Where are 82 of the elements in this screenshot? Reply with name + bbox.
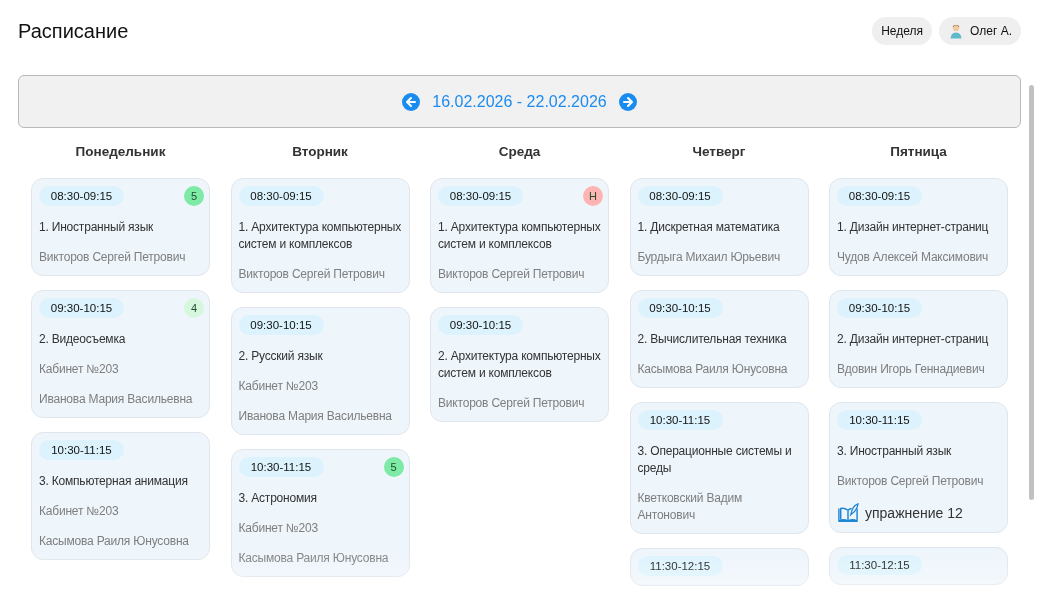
lesson-time: 08:30-09:15 xyxy=(637,185,723,206)
lesson-time: 08:30-09:15 xyxy=(39,185,124,206)
lesson-title: 2. Видеосъемка xyxy=(39,331,127,348)
room-label: Кабинет №203 xyxy=(238,378,319,395)
user-menu-button[interactable]: Олег А. xyxy=(939,17,1021,45)
teacher-name: Бурдыга Михаил Юрьевич xyxy=(637,249,782,266)
grade-badge: 5 xyxy=(184,185,204,206)
teacher-name: Касымова Раиля Юнусовна xyxy=(238,550,390,567)
teacher-name: Иванова Мария Васильевна xyxy=(39,391,194,408)
scrollbar-thumb[interactable] xyxy=(1029,85,1034,500)
lesson-card[interactable]: 09:30-10:15 2. Русский язык Кабинет №203 Иванова Мария Васильевна xyxy=(230,307,410,435)
teacher-name: Викторов Сергей Петрович xyxy=(438,266,586,283)
teacher-name: Викторов Сергей Петрович xyxy=(837,473,985,490)
teacher-name: Иванова Мария Васильевна xyxy=(238,408,393,425)
teacher-name: Касымова Раиля Юнусовна xyxy=(39,533,190,550)
lesson-title: 2. Архитектура компьютерных систем и комплексов xyxy=(438,348,602,382)
lesson-title: 3. Астрономия xyxy=(238,490,318,507)
grade-badge: 4 xyxy=(184,297,204,318)
teacher-name: Викторов Сергей Петрович xyxy=(438,395,586,412)
lesson-time: 09:30-10:15 xyxy=(438,314,523,335)
lesson-card[interactable]: 09:30-10:15 2. Вычислительная техника Касымова Раиля Юнусовна xyxy=(629,290,809,388)
lesson-card[interactable]: 11:30-12:15 xyxy=(629,548,809,586)
room-label: Кабинет №203 xyxy=(238,520,319,537)
lesson-time: 10:30-11:15 xyxy=(637,409,723,430)
book-quill-icon xyxy=(837,503,859,523)
lesson-title: 2. Дизайн интернет-страниц xyxy=(837,331,990,348)
lesson-time: 10:30-11:15 xyxy=(39,439,124,460)
lesson-card[interactable]: 09:30-10:15 2. Дизайн интернет-страниц Вдовин Игорь Геннадиевич xyxy=(829,290,1008,388)
grade-badge: 5 xyxy=(383,456,404,477)
teacher-name: Касымова Раиля Юнусовна xyxy=(637,361,789,378)
lesson-time: 09:30-10:15 xyxy=(637,297,723,318)
week-range: 16.02.2026 - 22.02.2026 xyxy=(432,92,607,111)
lesson-time: 08:30-09:15 xyxy=(238,185,324,206)
teacher-name: Чудов Алексей Максимович xyxy=(837,249,990,266)
day-heading: Вторник xyxy=(291,144,349,161)
lesson-card[interactable]: 10:30-11:15 3. Иностранный язык Викторов Сергей Петрович упражнение 12 xyxy=(829,402,1008,533)
lesson-title: 1. Иностранный язык xyxy=(39,219,155,236)
lesson-title: 3. Операционные системы и среды xyxy=(637,443,793,477)
lesson-title: 1. Архитектура компьютерных систем и комплексов xyxy=(238,219,403,253)
day-heading: Понедельник xyxy=(74,144,167,161)
homework-text[interactable]: упражнение 12 xyxy=(865,505,963,521)
next-week-icon[interactable] xyxy=(618,92,637,111)
lesson-card[interactable]: 08:30-09:15 1. Дискретная математика Бурдыга Михаил Юрьевич xyxy=(629,178,809,276)
teacher-name: Викторов Сергей Петрович xyxy=(39,249,187,266)
lesson-card[interactable]: 08:30-09:15 1. Архитектура компьютерных систем и комплексов Викторов Сергей Петрович xyxy=(230,178,410,293)
previous-week-icon[interactable] xyxy=(402,92,421,111)
lesson-card[interactable]: 09:30-10:15 2. Архитектура компьютерных систем и комплексов Викторов Сергей Петрович xyxy=(430,307,609,422)
week-view-button[interactable]: Неделя xyxy=(872,17,933,45)
lesson-title: 2. Вычислительная техника xyxy=(637,331,788,348)
page-title: Расписание xyxy=(18,19,129,43)
lesson-time: 09:30-10:15 xyxy=(39,297,124,318)
lesson-title: 3. Иностранный язык xyxy=(837,443,953,460)
lesson-card[interactable]: 09:30-10:15 4 2. Видеосъемка Кабинет №203 Иванова Мария Васильевна xyxy=(31,290,210,418)
lesson-card[interactable]: 08:30-09:15 1. Дизайн интернет-страниц Чудов Алексей Максимович xyxy=(829,178,1008,276)
teacher-name: Викторов Сергей Петрович xyxy=(238,266,386,283)
day-heading: Среда xyxy=(497,144,542,161)
day-heading: Пятница xyxy=(889,144,948,161)
lesson-card[interactable]: 10:30-11:15 3. Компьютерная анимация Кабинет №203 Касымова Раиля Юнусовна xyxy=(31,432,210,560)
lesson-title: 1. Дискретная математика xyxy=(637,219,781,236)
lesson-time: 11:30-12:15 xyxy=(637,555,723,576)
lesson-time: 11:30-12:15 xyxy=(837,554,922,575)
lesson-card[interactable]: 11:30-12:15 xyxy=(829,547,1008,585)
lesson-card[interactable]: 08:30-09:15 5 1. Иностранный язык Викторов Сергей Петрович xyxy=(31,178,210,276)
lesson-card[interactable]: 08:30-09:15 Н 1. Архитектура компьютерных систем и комплексов Викторов Сергей Петрович xyxy=(430,178,609,293)
lesson-time: 09:30-10:15 xyxy=(238,314,324,335)
day-heading: Четверг xyxy=(691,144,747,161)
teacher-name: Кветковский Вадим Антонович xyxy=(637,490,744,524)
lesson-time: 08:30-09:15 xyxy=(438,185,523,206)
lesson-title: 2. Русский язык xyxy=(238,348,324,365)
teacher-name: Вдовин Игорь Геннадиевич xyxy=(837,361,986,378)
lesson-card[interactable]: 10:30-11:15 3. Операционные системы и среды Кветковский Вадим Антонович xyxy=(629,402,809,534)
room-label: Кабинет №203 xyxy=(39,361,120,378)
grade-badge: Н xyxy=(583,185,603,206)
lesson-time: 10:30-11:15 xyxy=(837,409,922,430)
lesson-card[interactable]: 10:30-11:15 5 3. Астрономия Кабинет №203 Касымова Раиля Юнусовна xyxy=(230,449,410,577)
lesson-time: 10:30-11:15 xyxy=(238,456,324,477)
room-label: Кабинет №203 xyxy=(39,503,120,520)
lesson-title: 1. Архитектура компьютерных систем и комплексов xyxy=(438,219,602,253)
lesson-time: 09:30-10:15 xyxy=(837,297,922,318)
lesson-title: 3. Компьютерная анимация xyxy=(39,473,189,490)
lesson-time: 08:30-09:15 xyxy=(837,185,922,206)
lesson-title: 1. Дизайн интернет-страниц xyxy=(837,219,990,236)
